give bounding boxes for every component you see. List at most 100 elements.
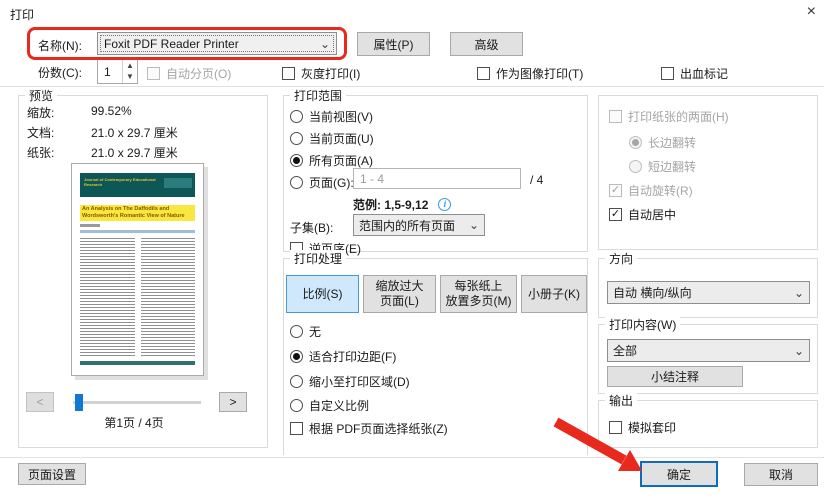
radio-icon [290, 132, 303, 145]
page-range-input[interactable] [353, 168, 521, 189]
print-as-image-checkbox[interactable]: 作为图像打印(T) [477, 65, 583, 82]
radio-fit-margins[interactable]: 适合打印边距(F) [290, 348, 396, 365]
print-content-legend: 打印内容(W) [605, 316, 680, 333]
output-group: 输出 模拟套印 [598, 400, 818, 448]
radio-none-label: 无 [309, 323, 321, 340]
properties-button-label: 属性(P) [374, 36, 414, 53]
tab-scale[interactable]: 比例(S) [286, 275, 359, 313]
chevron-down-icon: ⌄ [794, 288, 804, 298]
checkbox-icon [609, 110, 622, 123]
auto-center-label: 自动居中 [628, 206, 676, 223]
paper-size-value: 21.0 x 29.7 厘米 [91, 144, 178, 161]
paper-size-text: 21.0 x 29.7 厘米 [91, 144, 178, 161]
tab-multiple-per-sheet[interactable]: 每张纸上 放置多页(M) [440, 275, 517, 313]
print-dialog: 打印 × 名称(N): Foxit PDF Reader Printer ⌄ 属… [0, 0, 824, 500]
subset-label: 子集(B): [290, 219, 333, 236]
radio-custom-scale-label: 自定义比例 [309, 397, 369, 414]
print-handling-legend: 打印处理 [290, 250, 346, 267]
radio-shrink-to-area[interactable]: 缩小至打印区域(D) [290, 373, 410, 390]
advanced-button[interactable]: 高级 [450, 32, 523, 56]
checkbox-icon: ✓ [609, 184, 622, 197]
preview-doc-title: An Analysis on The Daffodils and Wordswo… [80, 205, 195, 221]
checkbox-icon [282, 67, 295, 80]
grayscale-checkbox-label: 灰度打印(I) [301, 65, 360, 82]
collate-checkbox-label: 自动分页(O) [166, 65, 231, 82]
printer-name-label-text: 名称(N): [38, 37, 82, 54]
chevron-down-icon: ⌄ [320, 37, 330, 51]
auto-center-checkbox[interactable]: ✓ 自动居中 [609, 206, 676, 223]
range-example: 范例: 1,5-9,12 i [353, 196, 451, 213]
advanced-button-label: 高级 [474, 36, 498, 53]
spinner-up-icon[interactable]: ▲ [123, 60, 137, 72]
radio-flip-long-edge: 长边翻转 [629, 134, 696, 151]
print-content-value: 全部 [613, 342, 637, 359]
preview-footer-band [80, 361, 195, 365]
preview-body-columns [80, 238, 195, 356]
radio-none[interactable]: 无 [290, 323, 321, 340]
bottom-separator [0, 457, 824, 458]
orientation-legend: 方向 [605, 250, 637, 267]
subset-label-text: 子集(B): [290, 219, 333, 236]
copies-value: 1 [98, 60, 122, 83]
paper-size-row: 纸张: [27, 144, 54, 161]
paper-size-label: 纸张: [27, 144, 54, 161]
info-icon[interactable]: i [438, 198, 451, 211]
copies-stepper[interactable]: 1 ▲ ▼ [97, 59, 138, 84]
radio-current-page[interactable]: 当前页面(U) [290, 130, 374, 147]
subset-select[interactable]: 范围内的所有页面 ⌄ [353, 214, 485, 236]
summarize-comments-button[interactable]: 小结注释 [607, 366, 743, 387]
grayscale-checkbox[interactable]: 灰度打印(I) [282, 65, 360, 82]
radio-icon [290, 375, 303, 388]
two-sided-label: 打印纸张的两面(H) [628, 108, 729, 125]
radio-current-view-label: 当前视图(V) [309, 108, 373, 125]
tab-scale-oversized-line1: 缩放过大 [375, 279, 423, 294]
bleed-marks-checkbox[interactable]: 出血标记 [661, 65, 728, 82]
preview-page-slider-track[interactable] [73, 401, 201, 404]
radio-custom-scale[interactable]: 自定义比例 [290, 397, 369, 414]
checkbox-icon [290, 422, 303, 435]
tab-scale-oversized[interactable]: 缩放过大 页面(L) [363, 275, 436, 313]
cancel-button[interactable]: 取消 [744, 463, 818, 486]
flip-long-label: 长边翻转 [648, 134, 696, 151]
page-setup-label: 页面设置 [28, 466, 76, 483]
radio-all-pages[interactable]: 所有页面(A) [290, 152, 373, 169]
journal-logo [164, 178, 192, 188]
ok-button[interactable]: 确定 [640, 461, 718, 487]
radio-flip-short-edge: 短边翻转 [629, 158, 696, 175]
preview-page-slider-handle[interactable] [75, 394, 83, 411]
range-example-text: 范例: 1,5-9,12 [353, 196, 428, 213]
simulate-overprint-checkbox[interactable]: 模拟套印 [609, 419, 676, 436]
print-handling-group: 打印处理 比例(S) 缩放过大 页面(L) 每张纸上 放置多页(M) 小册子(K… [283, 258, 588, 455]
next-page-icon: > [229, 395, 236, 409]
print-content-select[interactable]: 全部 ⌄ [607, 339, 810, 362]
copies-label-text: 份数(C): [38, 64, 82, 81]
two-sided-checkbox: 打印纸张的两面(H) [609, 108, 729, 125]
tab-multiple-line1: 每张纸上 [454, 279, 502, 294]
radio-icon [629, 136, 642, 149]
spinner-down-icon[interactable]: ▼ [123, 72, 137, 84]
print-range-group: 打印范围 当前视图(V) 当前页面(U) 所有页面(A) 页面(G): / 4 … [283, 95, 588, 252]
paper-source-checkbox[interactable]: 根据 PDF页面选择纸张(Z) [290, 420, 448, 437]
journal-header-band: Journal of Contemporary Educational Rese… [80, 173, 195, 197]
previous-page-button[interactable]: < [26, 392, 54, 412]
radio-icon [290, 399, 303, 412]
radio-pages[interactable]: 页面(G): [290, 174, 354, 191]
tab-booklet-label: 小册子(K) [528, 287, 580, 302]
close-icon[interactable]: × [807, 4, 816, 20]
journal-header-text: Journal of Contemporary Educational Rese… [84, 177, 164, 187]
tab-booklet[interactable]: 小册子(K) [521, 275, 587, 313]
orientation-select[interactable]: 自动 横向/纵向 ⌄ [607, 281, 810, 304]
check-icon: ✓ [611, 208, 620, 220]
document-size-row: 文档: [27, 124, 54, 141]
printer-name-select[interactable]: Foxit PDF Reader Printer ⌄ [97, 32, 337, 55]
properties-button[interactable]: 属性(P) [357, 32, 430, 56]
zoom-label: 缩放: [27, 104, 54, 121]
chevron-down-icon: ⌄ [469, 220, 479, 230]
summarize-comments-label: 小结注释 [651, 368, 699, 385]
radio-current-view[interactable]: 当前视图(V) [290, 108, 373, 125]
next-page-button[interactable]: > [219, 392, 247, 412]
subset-value: 范围内的所有页面 [359, 217, 455, 234]
copies-stepper-arrows: ▲ ▼ [122, 60, 137, 83]
output-legend: 输出 [605, 392, 637, 409]
page-setup-button[interactable]: 页面设置 [18, 463, 86, 485]
